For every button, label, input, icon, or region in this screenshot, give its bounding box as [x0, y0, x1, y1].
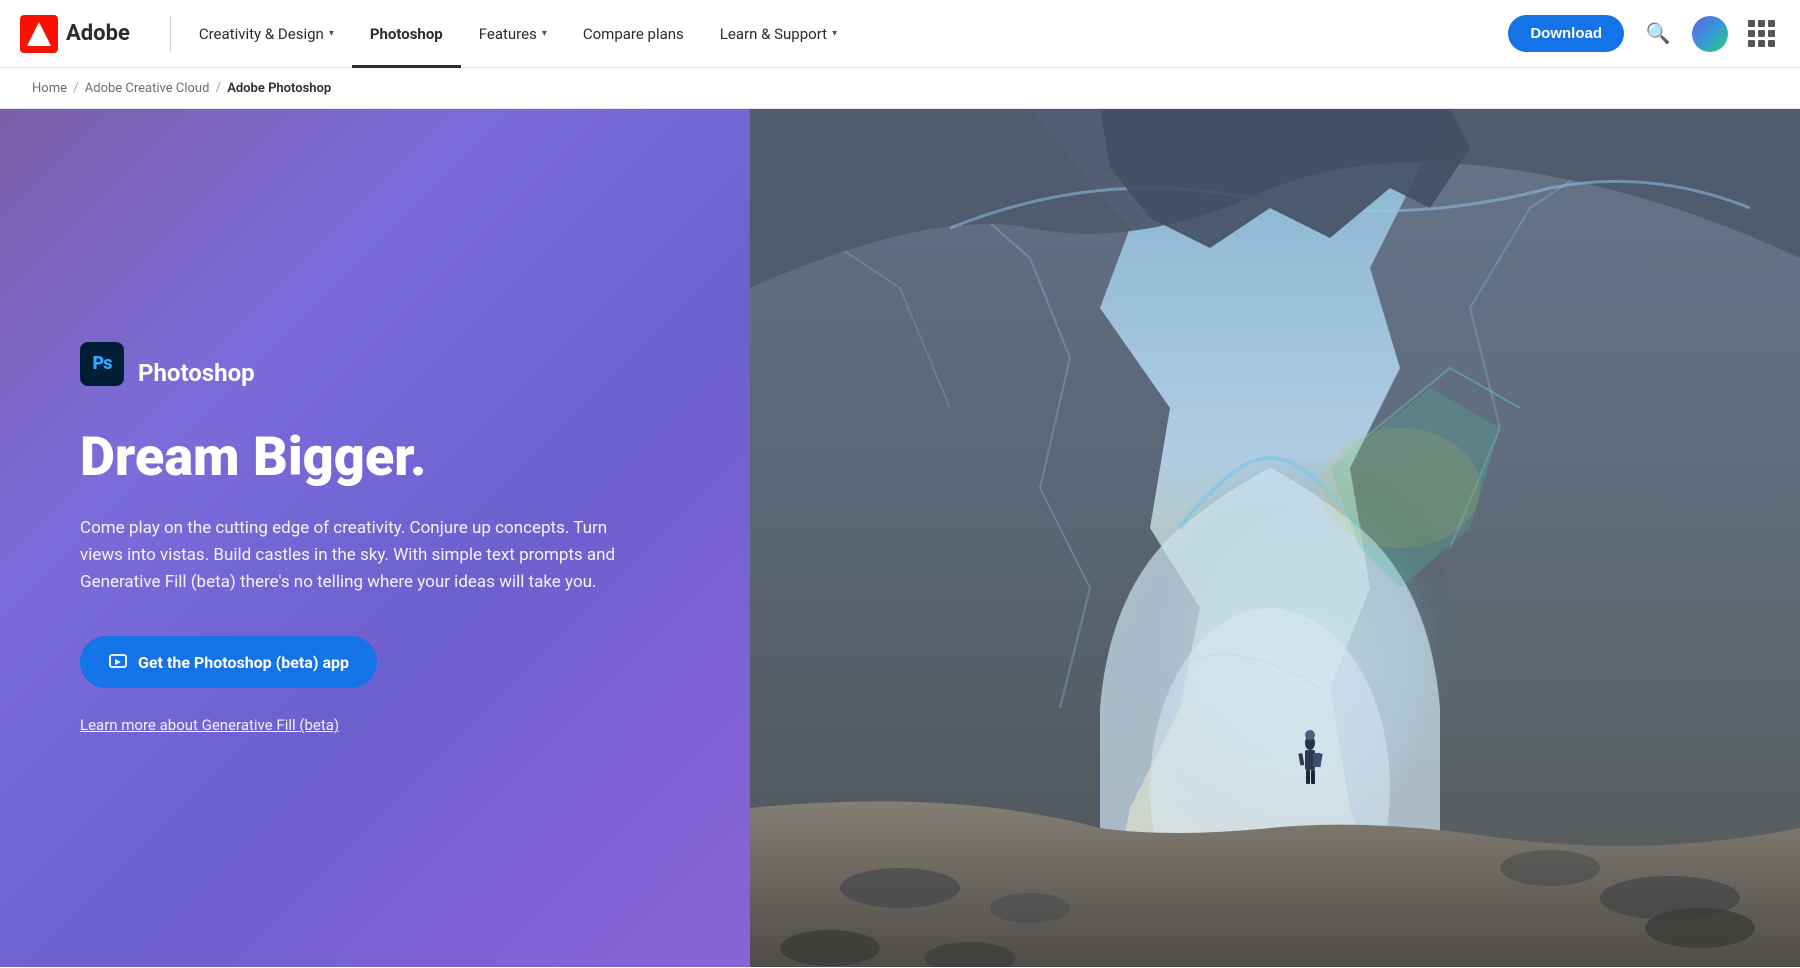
download-button[interactable]: Download [1508, 15, 1624, 52]
hero-body-text: Come play on the cutting edge of creativ… [80, 515, 640, 597]
hero-right-panel [750, 109, 1800, 967]
adobe-logo-icon [20, 15, 58, 53]
learn-more-link[interactable]: Learn more about Generative Fill (beta) [80, 716, 670, 734]
nav-links: Creativity & Design ▾ Photoshop Features… [181, 0, 855, 68]
adobe-brand-text: Adobe [66, 21, 130, 46]
breadcrumb-creative-cloud[interactable]: Adobe Creative Cloud [85, 81, 210, 96]
hero-section: Ps Photoshop Dream Bigger. Come play on … [0, 109, 1800, 967]
breadcrumb-current: Adobe Photoshop [227, 81, 331, 96]
app-name-label: Photoshop [138, 359, 255, 387]
breadcrumb-sep-1: / [73, 80, 79, 96]
nav-item-features[interactable]: Features ▾ [461, 0, 565, 68]
apps-button[interactable] [1744, 16, 1780, 52]
breadcrumb: Home / Adobe Creative Cloud / Adobe Phot… [0, 68, 1800, 109]
hero-left-panel: Ps Photoshop Dream Bigger. Come play on … [0, 109, 750, 967]
breadcrumb-sep-2: / [215, 80, 221, 96]
chevron-down-icon: ▾ [832, 28, 837, 39]
avatar[interactable] [1692, 16, 1728, 52]
hero-headline: Dream Bigger. [80, 428, 670, 487]
nav-item-compare-plans[interactable]: Compare plans [565, 0, 702, 68]
ice-cave-illustration [750, 109, 1800, 967]
nav-right: Download 🔍 [1508, 15, 1780, 52]
beta-app-icon [108, 652, 128, 672]
get-beta-app-button[interactable]: Get the Photoshop (beta) app [80, 636, 377, 688]
navbar: Adobe Creativity & Design ▾ Photoshop Fe… [0, 0, 1800, 68]
chevron-down-icon: ▾ [542, 28, 547, 39]
nav-item-photoshop[interactable]: Photoshop [352, 0, 461, 68]
breadcrumb-home[interactable]: Home [32, 81, 67, 96]
search-button[interactable]: 🔍 [1640, 16, 1676, 52]
nav-divider [170, 16, 171, 52]
chevron-down-icon: ▾ [329, 28, 334, 39]
app-title-row: Ps Photoshop [80, 342, 670, 404]
photoshop-app-icon: Ps [80, 342, 124, 386]
search-icon: 🔍 [1646, 21, 1671, 46]
logo-group[interactable]: Adobe [20, 15, 150, 53]
grid-apps-icon [1748, 20, 1776, 48]
nav-item-learn-support[interactable]: Learn & Support ▾ [702, 0, 855, 68]
nav-item-creativity[interactable]: Creativity & Design ▾ [181, 0, 352, 68]
